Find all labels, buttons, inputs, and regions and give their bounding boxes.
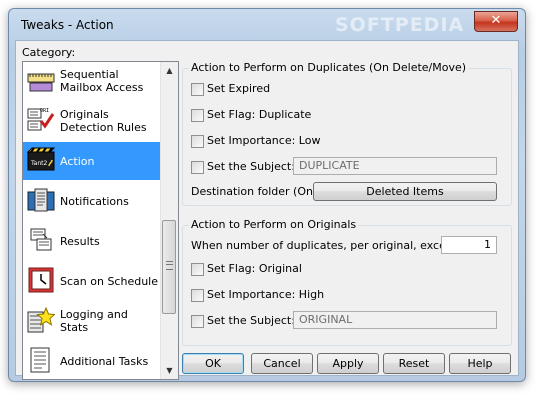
category-label-additional: Additional Tasks [60, 354, 149, 368]
svg-text:ORI: ORI [40, 108, 49, 114]
schedule-icon [28, 267, 54, 293]
checkbox-label: Set Expired [207, 82, 271, 95]
notification-icon [27, 188, 55, 212]
exceeds-count-field[interactable]: 1 [441, 236, 497, 254]
reset-button[interactable]: Reset [383, 353, 445, 374]
originals-group: Action to Perform on Originals When numb… [182, 218, 512, 346]
category-label: Category: [22, 46, 76, 59]
category-label-scan: Scan on Schedule [60, 274, 158, 288]
original-subject-field[interactable]: ORIGINAL [293, 311, 497, 329]
dialog-window: Tweaks - Action SOFTPEDIA ✕ Category: Se… [8, 8, 526, 382]
ok-button[interactable]: OK [182, 353, 244, 374]
category-label-logging: Logging and Stats [60, 308, 128, 334]
checkbox-label: Set Flag: Original [207, 262, 302, 275]
tasks-icon [30, 347, 50, 373]
checkbox-label: Set Flag: Duplicate [207, 108, 312, 121]
logging-icon [27, 306, 55, 333]
scroll-thumb[interactable] [162, 220, 176, 314]
dialog-body: Category: Sequential Mailbox Access ORI [15, 40, 519, 380]
apply-button[interactable]: Apply [317, 353, 379, 374]
category-item-scan-on-schedule[interactable]: Scan on Schedule [23, 262, 160, 300]
clapperboard-icon: Tant2 [27, 147, 55, 171]
duplicates-group: Action to Perform on Duplicates (On Dele… [182, 61, 512, 206]
exceeds-label: When number of duplicates, per original,… [191, 239, 470, 252]
category-item-additional-tasks[interactable]: Additional Tasks [23, 342, 160, 379]
category-label-action: Action [60, 154, 95, 168]
destination-folder-button[interactable]: Deleted Items [313, 182, 497, 201]
category-item-sequential-mailbox-access[interactable]: Sequential Mailbox Access [23, 62, 160, 100]
category-label-sequential: Sequential Mailbox Access [60, 68, 144, 94]
duplicate-subject-field[interactable]: DUPLICATE [293, 157, 497, 175]
category-item-originals-detection-rules[interactable]: ORI Originals Detection Rules [23, 102, 160, 140]
window-title: Tweaks - Action [21, 18, 114, 32]
results-icon [30, 228, 52, 251]
category-item-notifications[interactable]: Notifications [23, 182, 160, 220]
checkbox-box[interactable] [191, 263, 204, 276]
originals-group-title: Action to Perform on Originals [189, 218, 359, 231]
scroll-down-arrow-icon[interactable]: ▼ [161, 362, 178, 379]
close-button[interactable]: ✕ [474, 11, 518, 32]
cancel-button[interactable]: Cancel [251, 353, 313, 374]
category-item-logging-and-stats[interactable]: Logging and Stats [23, 302, 160, 340]
checkbox-box[interactable] [191, 135, 204, 148]
checkbox-box[interactable] [191, 109, 204, 122]
category-label-originals: Originals Detection Rules [60, 108, 147, 134]
duplicates-group-title: Action to Perform on Duplicates (On Dele… [189, 61, 469, 74]
category-label-notifications: Notifications [60, 194, 129, 208]
checkbox-box[interactable] [191, 83, 204, 96]
checkbox-box[interactable] [191, 315, 204, 328]
close-icon: ✕ [490, 13, 502, 28]
checkbox-box[interactable] [191, 161, 204, 174]
help-button[interactable]: Help [449, 353, 511, 374]
checkmark-document-icon: ORI [27, 108, 55, 131]
title-bar[interactable]: Tweaks - Action SOFTPEDIA ✕ [9, 9, 525, 39]
mailbox-icon [27, 73, 55, 92]
checkbox-box[interactable] [191, 289, 204, 302]
category-list[interactable]: Sequential Mailbox Access ORI Originals … [22, 61, 179, 380]
category-scrollbar[interactable]: ▲ ▼ [160, 62, 178, 379]
category-item-action[interactable]: Tant2 Action [23, 142, 160, 180]
category-item-results[interactable]: Results [23, 222, 160, 260]
checkbox-label: Set Importance: High [207, 288, 325, 301]
svg-text:Tant2: Tant2 [30, 160, 48, 167]
category-label-results: Results [60, 234, 100, 248]
watermark: SOFTPEDIA [335, 14, 465, 36]
checkbox-label: Set Importance: Low [207, 134, 321, 147]
checkbox-label: Set the Subject: [207, 160, 295, 173]
checkbox-label: Set the Subject: [207, 314, 295, 327]
scroll-up-arrow-icon[interactable]: ▲ [161, 62, 178, 79]
